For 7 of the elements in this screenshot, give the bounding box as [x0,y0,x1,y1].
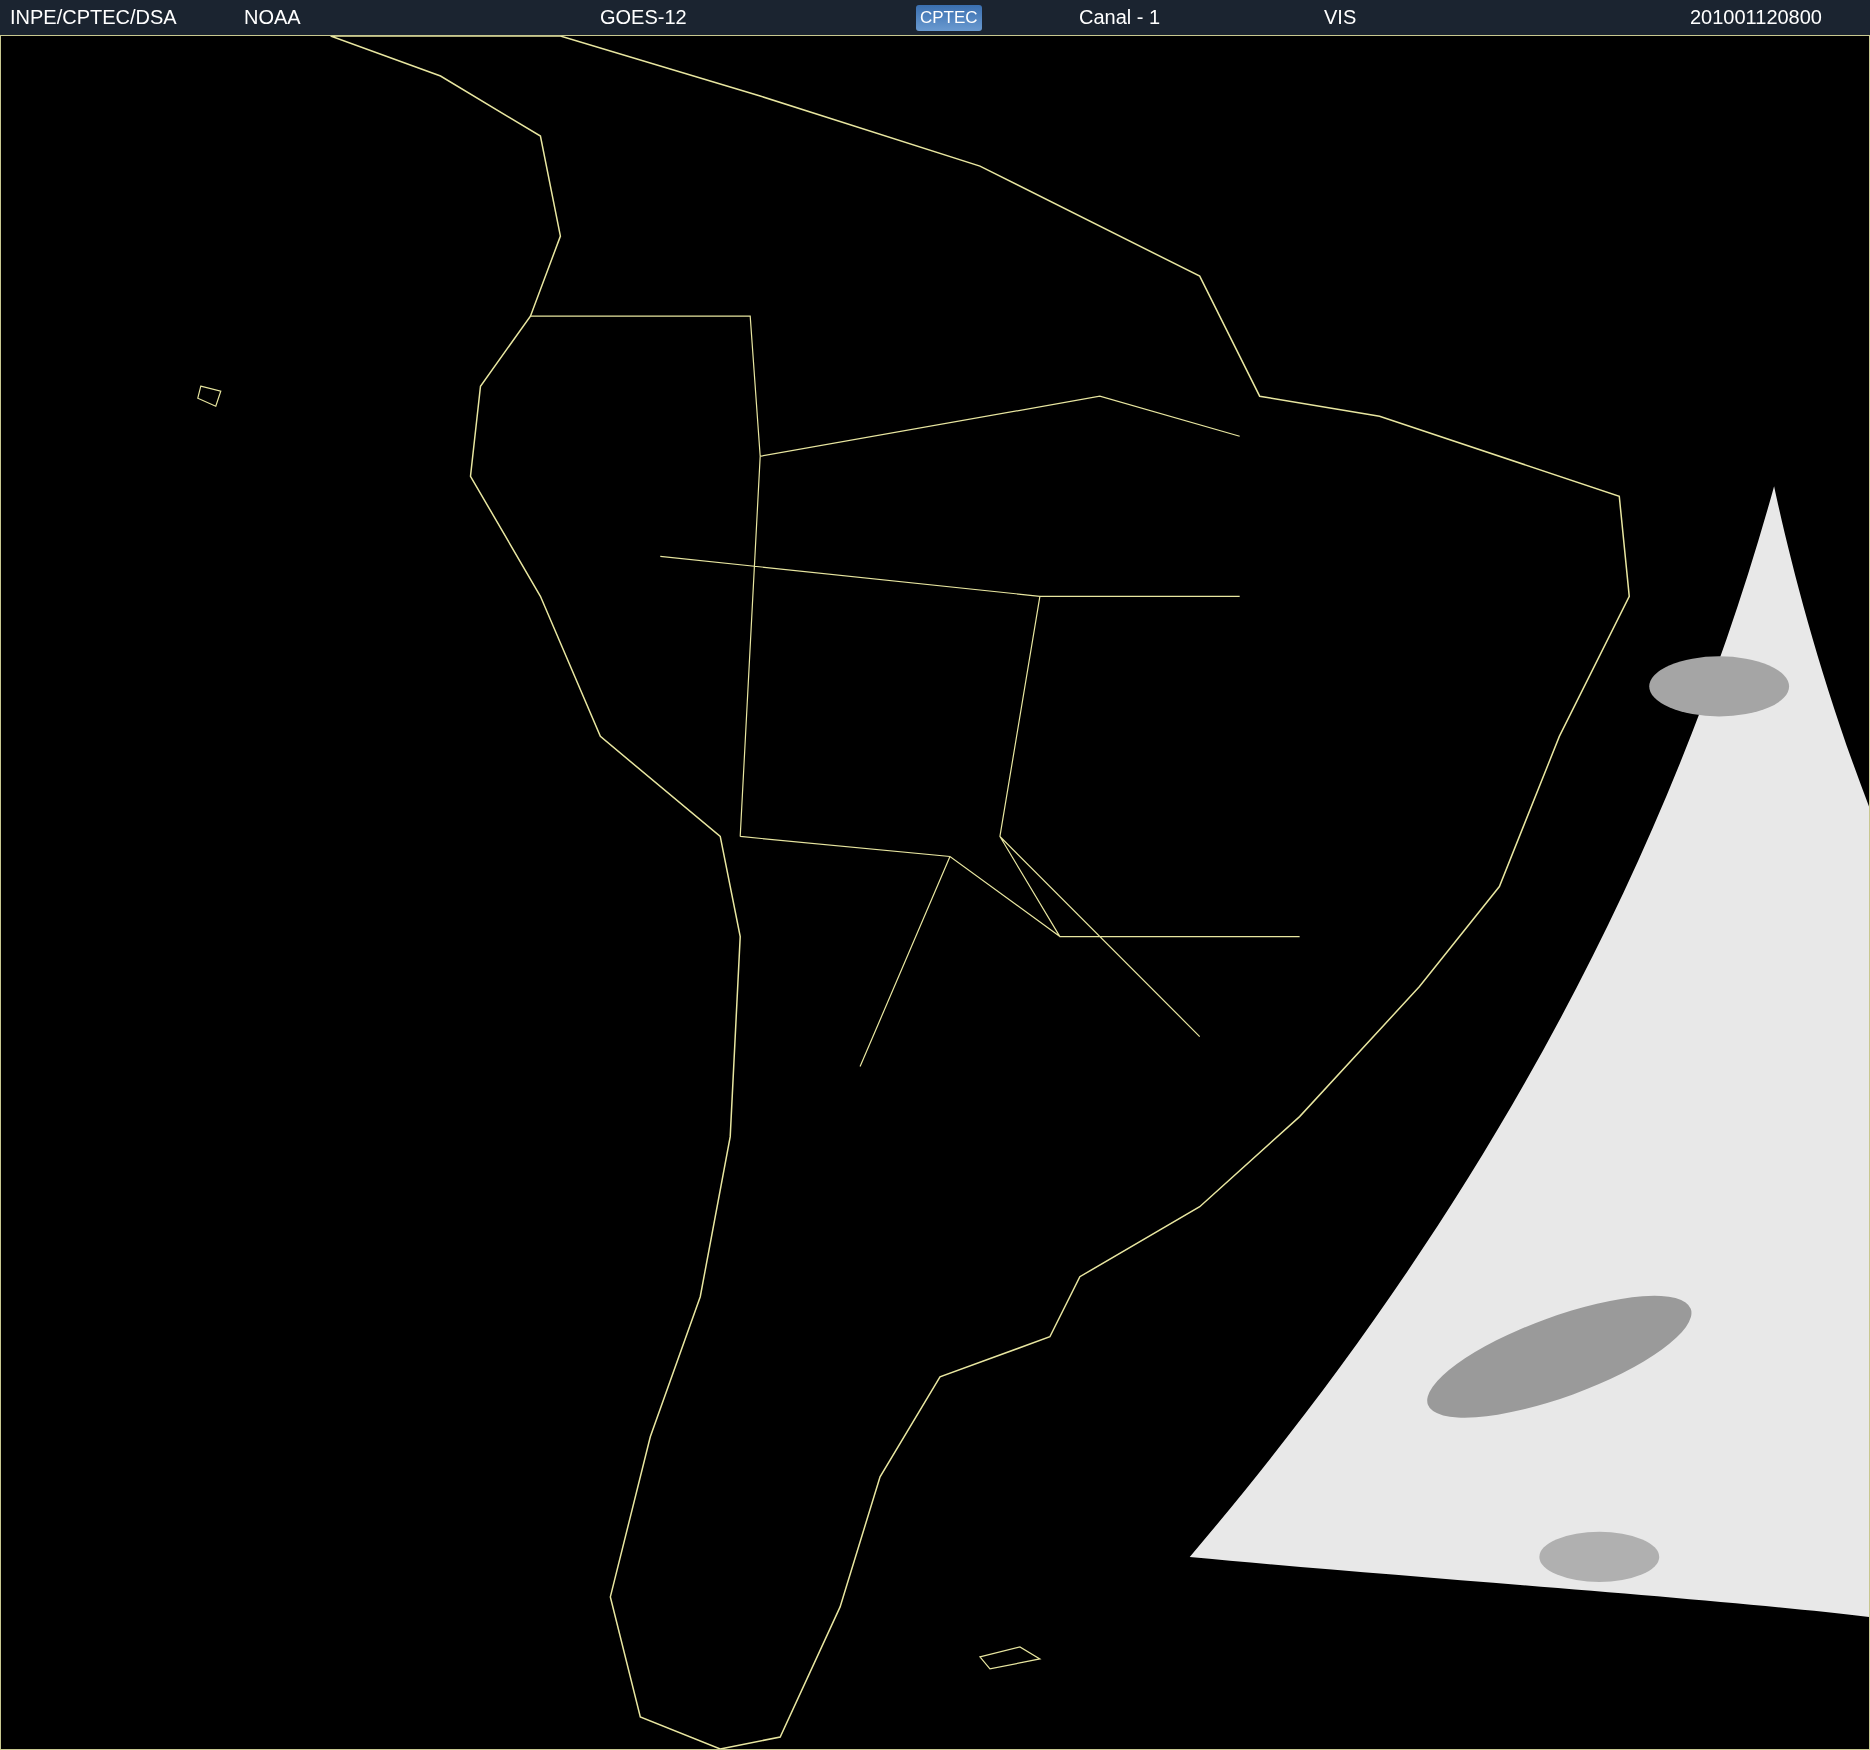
timestamp-label: 201001120800 [1690,6,1822,29]
band-label: VIS [1324,6,1357,29]
agency-label: NOAA [244,6,301,29]
channel-label: Canal - 1 [1079,6,1161,29]
source-label: INPE/CPTEC/DSA [10,6,177,29]
satellite-label: GOES-12 [600,6,687,29]
logo: CPTEC [916,4,982,31]
